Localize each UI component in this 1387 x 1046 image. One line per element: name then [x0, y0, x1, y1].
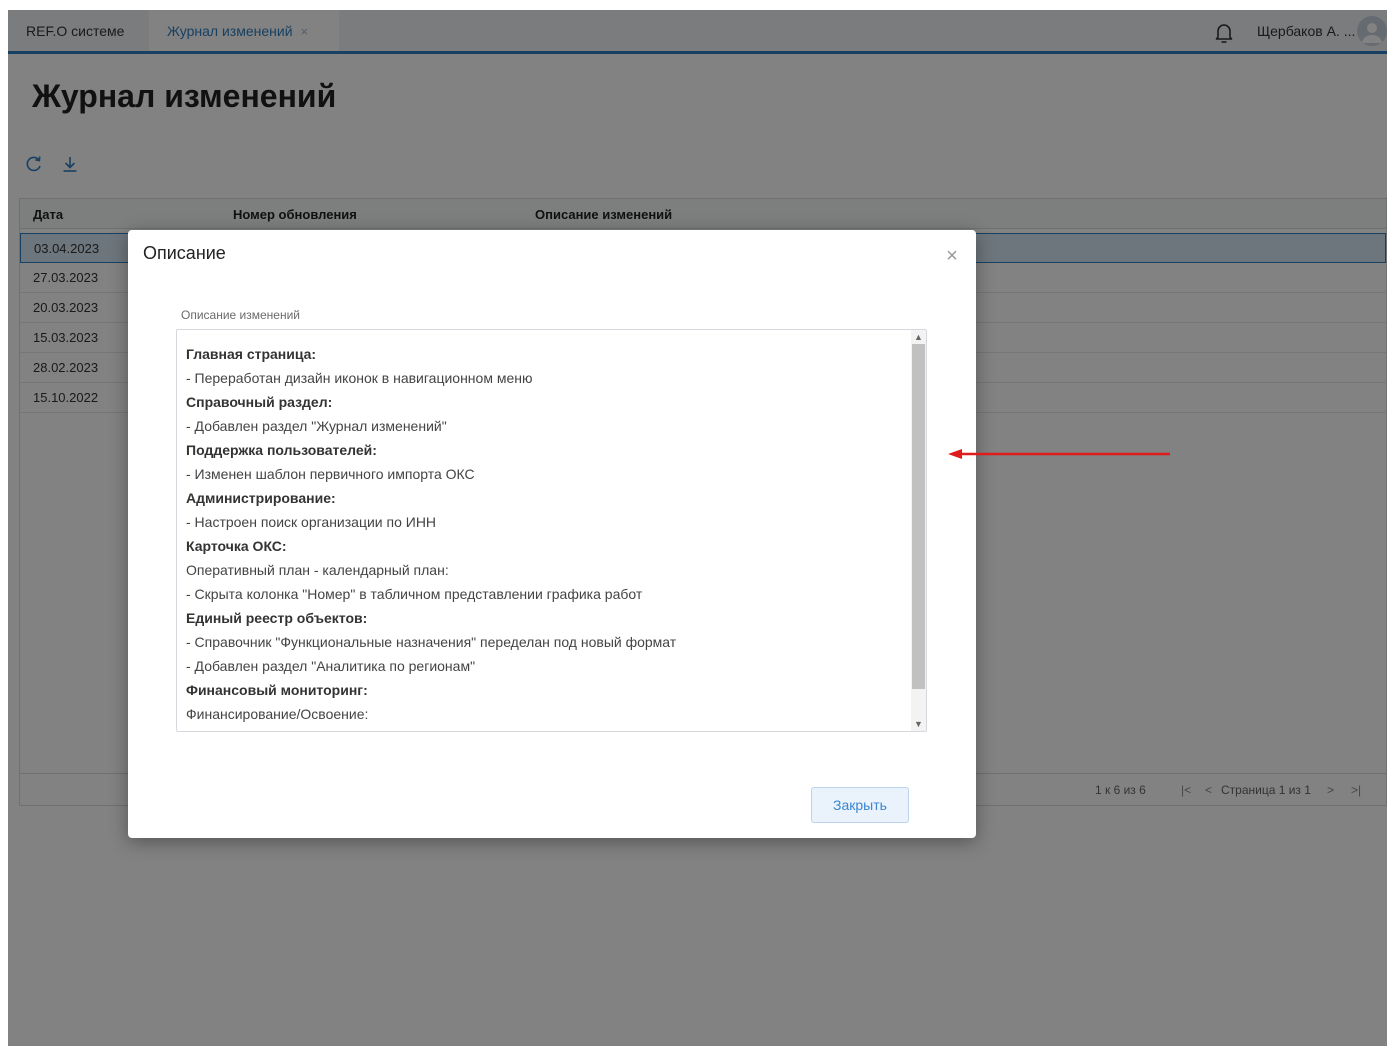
scroll-up-icon[interactable]: ▲ — [911, 330, 926, 344]
field-label: Описание изменений — [181, 308, 301, 322]
red-arrow-annotation — [948, 449, 1170, 459]
text-line: - Настроен поиск организации по ИНН — [186, 514, 437, 530]
description-text: Главная страница: - Переработан дизайн ик… — [186, 342, 906, 726]
description-dialog: Описание × Описание изменений Главная ст… — [128, 230, 976, 838]
text-line: - Добавлен раздел "Журнал изменений" — [186, 418, 447, 434]
section-heading: Поддержка пользователей: — [186, 442, 377, 458]
section-heading: Карточка ОКС: — [186, 538, 287, 554]
text-line: - Добавлен раздел "Аналитика по регионам… — [186, 658, 476, 674]
dialog-title: Описание — [143, 243, 226, 263]
app-window: REF.О системе Журнал изменений × Щербаков… — [8, 10, 1387, 1046]
section-heading: Финансовый мониторинг: — [186, 682, 368, 698]
scroll-thumb[interactable] — [912, 344, 925, 689]
close-icon[interactable]: × — [940, 245, 964, 269]
section-heading: Единый реестр объектов: — [186, 610, 368, 626]
text-line: - Изменен шаблон первичного импорта ОКС — [186, 466, 475, 482]
scroll-down-icon[interactable]: ▼ — [911, 717, 926, 731]
text-line: - Справочник "Функциональные назначения"… — [186, 634, 677, 650]
close-button[interactable]: Закрыть — [811, 787, 909, 823]
section-heading: Администрирование: — [186, 490, 336, 506]
text-line: - Скрыта колонка "Номер" в табличном пре… — [186, 586, 643, 602]
text-line: Оперативный план - календарный план: — [186, 562, 449, 578]
description-textarea[interactable]: Главная страница: - Переработан дизайн ик… — [176, 329, 927, 732]
section-heading: Справочный раздел: — [186, 394, 333, 410]
text-line: - Переработан дизайн иконок в навигацион… — [186, 370, 533, 386]
vertical-scrollbar[interactable]: ▲ ▼ — [911, 330, 926, 731]
section-heading: Главная страница: — [186, 346, 317, 362]
text-line: Финансирование/Освоение: — [186, 706, 369, 722]
